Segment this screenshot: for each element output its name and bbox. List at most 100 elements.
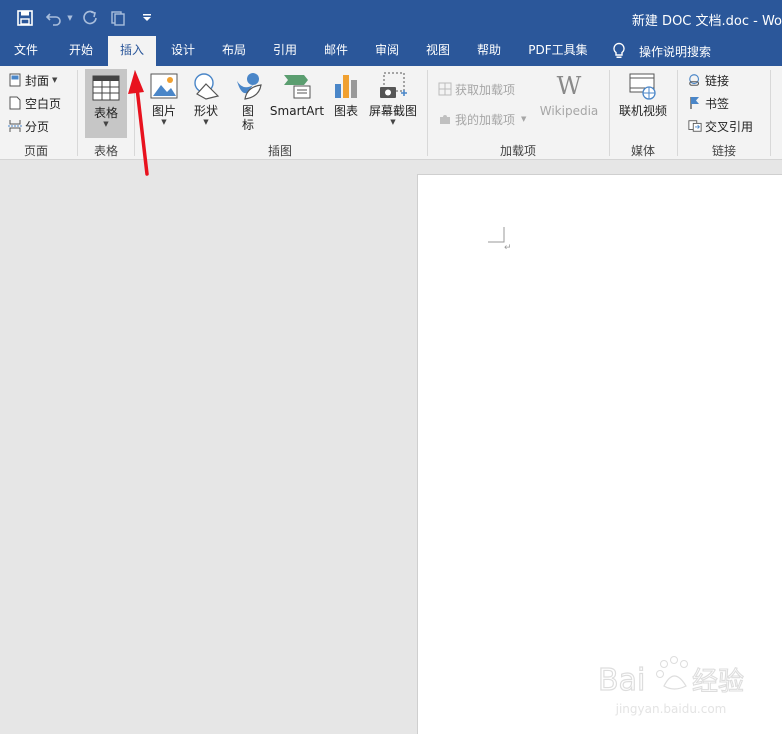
blank-page-label: 空白页 (25, 96, 62, 111)
links-group-label: 链接 (711, 144, 736, 158)
redo-icon[interactable] (79, 0, 101, 36)
pages-group-label: 页面 (23, 144, 48, 158)
tab-help[interactable]: 帮助 (469, 36, 509, 66)
svg-text:Bai: Bai (598, 663, 645, 698)
tab-mailings[interactable]: 邮件 (316, 36, 356, 66)
shapes-icon (190, 70, 222, 102)
document-canvas[interactable]: ↵ (0, 161, 782, 734)
undo-dropdown-icon[interactable]: ▼ (64, 0, 76, 36)
chevron-down-icon: ▼ (390, 118, 396, 126)
cross-reference-button[interactable]: 交叉引用 (688, 116, 753, 136)
smartart-icon (281, 70, 313, 102)
group-divider (427, 70, 428, 156)
tab-home[interactable]: 开始 (60, 36, 102, 66)
icons-label-2: 标 (241, 118, 254, 132)
pictures-label: 图片 (151, 104, 176, 118)
tab-view[interactable]: 视图 (418, 36, 458, 66)
chevron-down-icon: ▼ (203, 118, 209, 126)
online-video-button[interactable]: 联机视频 (616, 70, 670, 138)
group-divider (677, 70, 678, 156)
shapes-label: 形状 (193, 104, 218, 118)
screenshot-button[interactable]: 屏幕截图 ▼ (367, 70, 419, 138)
chevron-down-icon: ▼ (521, 115, 527, 123)
bookmark-icon (688, 96, 702, 110)
group-divider (134, 70, 135, 156)
group-divider (770, 70, 771, 156)
screenshot-icon (377, 70, 409, 102)
pictures-button[interactable]: 图片 ▼ (146, 70, 182, 138)
table-icon (90, 72, 122, 104)
addin-icon (438, 112, 452, 126)
chart-label: 图表 (333, 104, 358, 118)
touch-mode-icon[interactable] (107, 0, 129, 36)
link-button[interactable]: 链接 (688, 70, 729, 90)
get-addins-button[interactable]: 获取加载项 (438, 79, 515, 99)
addins-group-label: 加载项 (499, 144, 536, 158)
page-break-icon (8, 119, 22, 133)
title-bar: ▼ 新建 DOC 文档.doc - Wo (0, 0, 782, 36)
picture-icon (148, 70, 180, 102)
cover-page-icon (8, 73, 22, 87)
my-addins-button[interactable]: 我的加载项 ▼ (438, 109, 526, 129)
blank-page-icon (8, 96, 22, 110)
page-break-button[interactable]: 分页 (8, 116, 49, 136)
shapes-button[interactable]: 形状 ▼ (187, 70, 225, 138)
tab-references[interactable]: 引用 (265, 36, 305, 66)
table-button[interactable]: 表格 ▼ (85, 69, 127, 138)
watermark-domain: jingyan.baidu.com (615, 702, 727, 716)
tab-insert[interactable]: 插入 (108, 36, 156, 66)
chart-icon (330, 70, 362, 102)
cross-reference-icon (688, 119, 702, 133)
blank-page-button[interactable]: 空白页 (8, 93, 61, 113)
tab-layout[interactable]: 布局 (214, 36, 254, 66)
cover-page-label: 封面 (25, 73, 50, 88)
smartart-button[interactable]: SmartArt (270, 70, 324, 138)
screenshot-label: 屏幕截图 (368, 104, 417, 118)
tables-group-label: 表格 (93, 144, 118, 158)
svg-text:经验: 经验 (692, 667, 744, 697)
table-label: 表格 (93, 106, 118, 120)
icons-label-1: 图 (241, 104, 254, 118)
chart-button[interactable]: 图表 (328, 70, 364, 138)
store-icon (438, 82, 452, 96)
get-addins-label: 获取加载项 (455, 82, 516, 97)
cover-page-button[interactable]: 封面 ▼ (8, 70, 57, 90)
video-icon (627, 70, 659, 102)
paragraph-mark-icon: ↵ (504, 243, 512, 253)
baidu-paw-logo: Bai 经验 (597, 656, 745, 699)
word-window: ▼ 新建 DOC 文档.doc - Wo 文件 开始 插入 设计 布局 引用 邮… (0, 0, 782, 734)
tab-design[interactable]: 设计 (163, 36, 203, 66)
document-title: 新建 DOC 文档.doc - Wo (631, 14, 782, 29)
my-addins-label: 我的加载项 (455, 112, 516, 127)
tab-file[interactable]: 文件 (6, 36, 46, 66)
tell-me-search[interactable]: 操作说明搜索 (612, 36, 711, 66)
bookmark-button[interactable]: 书签 (688, 93, 729, 113)
icons-icon (232, 70, 264, 102)
chevron-down-icon: ▼ (103, 120, 109, 128)
tab-pdf-tools[interactable]: PDF工具集 (520, 36, 596, 66)
baidu-watermark: Bai 经验 jingyan.baidu.com (596, 652, 746, 722)
icons-button[interactable]: 图 标 (230, 70, 266, 138)
cross-reference-label: 交叉引用 (705, 119, 754, 134)
save-icon[interactable] (14, 0, 36, 36)
lightbulb-icon (613, 42, 625, 58)
undo-icon[interactable] (44, 0, 64, 36)
document-page[interactable]: ↵ (417, 174, 782, 734)
online-video-label: 联机视频 (618, 104, 667, 118)
chevron-down-icon: ▼ (161, 118, 167, 126)
wikipedia-icon: W (556, 72, 582, 100)
customize-qat-icon[interactable] (140, 0, 154, 36)
link-icon (688, 73, 702, 87)
wikipedia-button[interactable]: W Wikipedia (538, 70, 600, 138)
smartart-label: SmartArt (269, 104, 325, 118)
group-divider (609, 70, 610, 156)
group-divider (77, 70, 78, 156)
wikipedia-label: Wikipedia (539, 104, 599, 118)
media-group-label: 媒体 (630, 144, 655, 158)
tab-review[interactable]: 审阅 (367, 36, 407, 66)
insert-ribbon: 封面 ▼ 空白页 分页 页面 表格 ▼ 表格 图片 ▼ 形状 ▼ 图 标 Sma… (0, 66, 782, 160)
illustrations-group-label: 插图 (267, 144, 292, 158)
ribbon-tabs: 文件 开始 插入 设计 布局 引用 邮件 审阅 视图 帮助 PDF工具集 操作说… (0, 36, 782, 66)
link-label: 链接 (705, 73, 730, 88)
page-break-label: 分页 (25, 119, 50, 134)
